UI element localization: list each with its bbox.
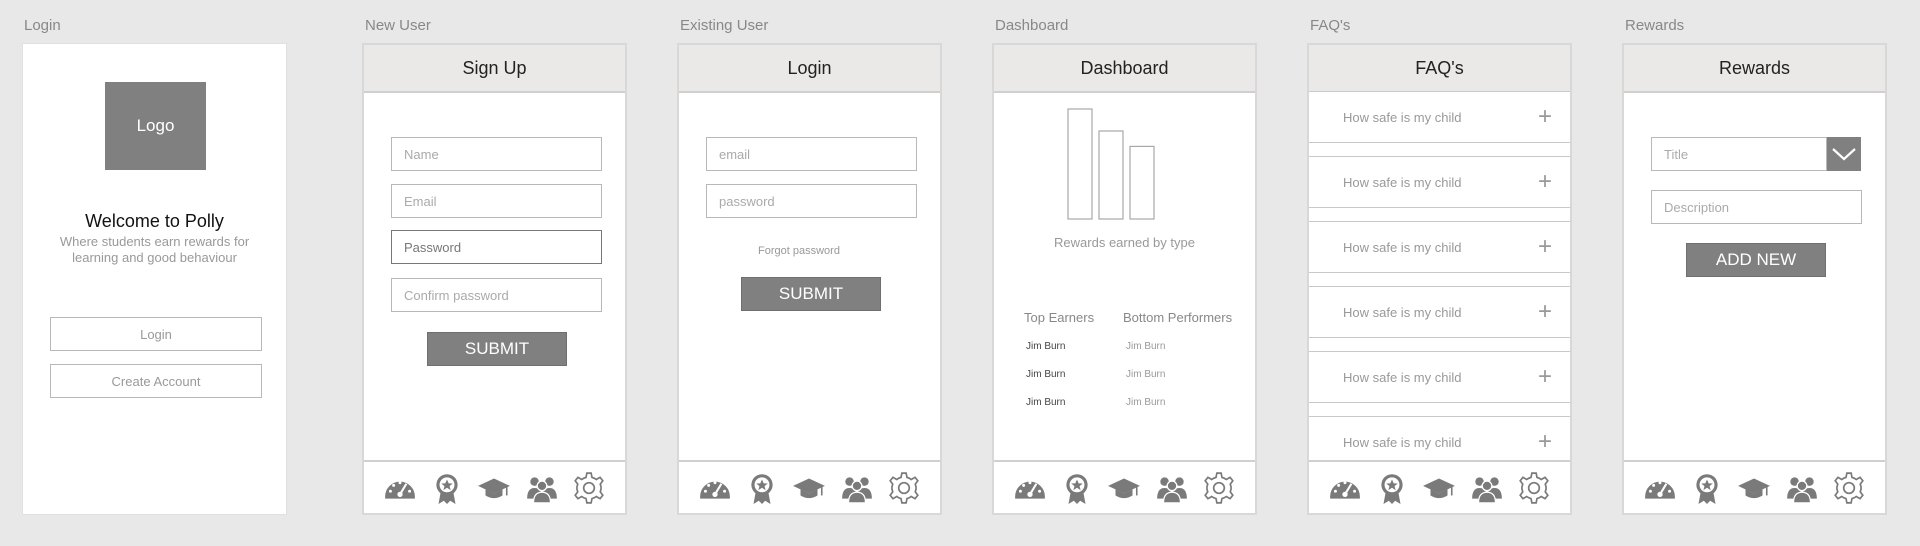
dashboard-gauge-icon[interactable] (1327, 470, 1363, 506)
chart-bar (1067, 108, 1093, 220)
bottom-performer-row: Jim Burn (1126, 397, 1166, 408)
plus-icon[interactable]: + (1538, 170, 1552, 194)
plus-icon[interactable]: + (1538, 235, 1552, 259)
login-password-input[interactable]: password (706, 184, 917, 218)
faq-item[interactable]: How safe is my child + (1309, 91, 1570, 143)
artboard-label-login: Login (24, 17, 61, 34)
tab-bar (364, 460, 625, 513)
dashboard-gauge-icon[interactable] (382, 470, 418, 506)
bottom-performers-heading: Bottom Performers (1123, 310, 1233, 325)
artboard-label-existing-user: Existing User (680, 17, 769, 34)
login-header: Login (679, 45, 940, 93)
rewards-screen: Rewards Title Description ADD NEW (1622, 43, 1887, 515)
artboard-label-rewards: Rewards (1625, 17, 1685, 34)
confirm-password-input[interactable]: Confirm password (391, 278, 602, 312)
login-email-input[interactable]: email (706, 137, 917, 171)
logo: Logo (105, 82, 206, 170)
welcome-subtitle-line-1: Where students earn rewards for (59, 234, 250, 249)
plus-icon[interactable]: + (1538, 300, 1552, 324)
dashboard-gauge-icon[interactable] (1012, 470, 1048, 506)
welcome-screen: Logo Welcome to Polly Where students ear… (22, 43, 287, 515)
login-button[interactable]: Login (50, 317, 262, 351)
graduation-cap-icon[interactable] (791, 470, 827, 506)
faq-item[interactable]: How safe is my child + (1309, 286, 1570, 338)
tab-bar (994, 460, 1255, 513)
dashboard-gauge-icon[interactable] (697, 470, 733, 506)
plus-icon[interactable]: + (1538, 430, 1552, 454)
bottom-performer-row: Jim Burn (1126, 341, 1166, 352)
faq-question: How safe is my child (1343, 239, 1462, 255)
logo-text: Logo (136, 116, 175, 135)
faq-item[interactable]: How safe is my child + (1309, 221, 1570, 273)
plus-icon[interactable]: + (1538, 105, 1552, 129)
top-earner-row: Jim Burn (1026, 397, 1066, 408)
gear-icon[interactable] (1831, 470, 1867, 506)
create-account-button[interactable]: Create Account (50, 364, 262, 398)
graduation-cap-icon[interactable] (476, 470, 512, 506)
top-earners-heading: Top Earners (1024, 310, 1095, 325)
faq-question: How safe is my child (1343, 174, 1462, 190)
users-group-icon[interactable] (1154, 470, 1190, 506)
rewards-header: Rewards (1624, 45, 1885, 93)
graduation-cap-icon[interactable] (1106, 470, 1142, 506)
faq-question: How safe is my child (1343, 109, 1462, 125)
chart-bar (1098, 130, 1124, 220)
faq-item[interactable]: How safe is my child + (1309, 156, 1570, 208)
artboard-label-dashboard: Dashboard (995, 17, 1069, 34)
reward-description-input[interactable]: Description (1651, 190, 1862, 224)
graduation-cap-icon[interactable] (1421, 470, 1457, 506)
gear-icon[interactable] (1516, 470, 1552, 506)
dashboard-gauge-icon[interactable] (1642, 470, 1678, 506)
plus-icon[interactable]: + (1538, 365, 1552, 389)
users-group-icon[interactable] (839, 470, 875, 506)
signup-header: Sign Up (364, 45, 625, 93)
gear-icon[interactable] (1201, 470, 1237, 506)
add-new-button[interactable]: ADD NEW (1686, 243, 1826, 277)
dashboard-screen: Dashboard Rewards earned by type Top Ear… (992, 43, 1257, 515)
login-screen: Login email password Forgot password SUB… (677, 43, 942, 515)
signup-submit-button[interactable]: SUBMIT (427, 332, 567, 366)
login-submit-button[interactable]: SUBMIT (741, 277, 881, 311)
chevron-down-icon[interactable] (1827, 137, 1861, 171)
faqs-screen: FAQ's How safe is my child + How safe is… (1307, 43, 1572, 515)
users-group-icon[interactable] (1469, 470, 1505, 506)
bottom-performer-row: Jim Burn (1126, 369, 1166, 380)
top-earner-row: Jim Burn (1026, 369, 1066, 380)
gear-icon[interactable] (886, 470, 922, 506)
top-earner-row: Jim Burn (1026, 341, 1066, 352)
welcome-subtitle-line-2: learning and good behaviour (72, 250, 237, 265)
name-input[interactable]: Name (391, 137, 602, 171)
password-input[interactable]: Password (391, 230, 602, 264)
rewards-bar-chart (1067, 108, 1155, 220)
award-ribbon-icon[interactable] (429, 470, 465, 506)
award-ribbon-icon[interactable] (1374, 470, 1410, 506)
chart-caption: Rewards earned by type (1054, 235, 1195, 250)
award-ribbon-icon[interactable] (1689, 470, 1725, 506)
forgot-password-link[interactable]: Forgot password (679, 245, 919, 257)
award-ribbon-icon[interactable] (1059, 470, 1095, 506)
tab-bar (1309, 460, 1570, 513)
faqs-header: FAQ's (1309, 45, 1570, 93)
users-group-icon[interactable] (524, 470, 560, 506)
tab-bar (679, 460, 940, 513)
chart-bar (1129, 145, 1155, 220)
signup-screen: Sign Up Name Email Password Confirm pass… (362, 43, 627, 515)
tab-bar (1624, 460, 1885, 513)
award-ribbon-icon[interactable] (744, 470, 780, 506)
welcome-title: Welcome to Polly (85, 211, 224, 231)
gear-icon[interactable] (571, 470, 607, 506)
dashboard-header: Dashboard (994, 45, 1255, 93)
artboard-label-faqs: FAQ's (1310, 17, 1351, 34)
reward-title-select[interactable]: Title (1651, 137, 1827, 171)
faq-question: How safe is my child (1343, 434, 1462, 450)
artboard-label-new-user: New User (365, 17, 431, 34)
faq-item[interactable]: How safe is my child + (1309, 351, 1570, 403)
users-group-icon[interactable] (1784, 470, 1820, 506)
faq-question: How safe is my child (1343, 369, 1462, 385)
email-input[interactable]: Email (391, 184, 602, 218)
faq-question: How safe is my child (1343, 304, 1462, 320)
graduation-cap-icon[interactable] (1736, 470, 1772, 506)
